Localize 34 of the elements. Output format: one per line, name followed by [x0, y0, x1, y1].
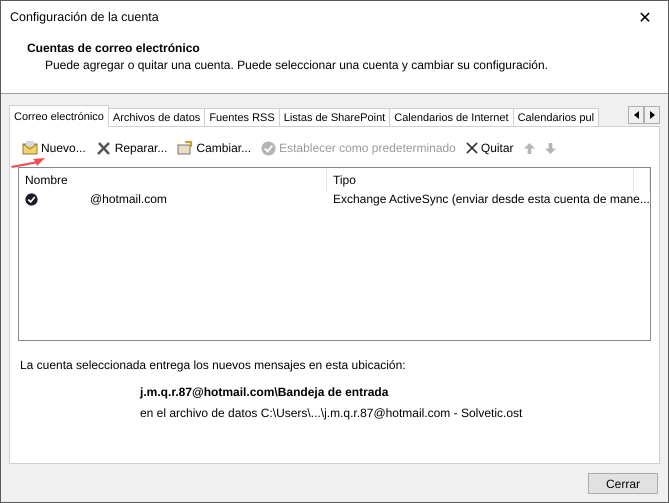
- tab[interactable]: Fuentes RSS: [204, 108, 280, 127]
- close-dialog-button[interactable]: Cerrar: [588, 473, 658, 494]
- column-header[interactable]: Nombre: [19, 168, 327, 192]
- close-button[interactable]: ✕: [622, 2, 668, 32]
- right-triangle-icon: [650, 111, 654, 119]
- table-cell-text: Exchange ActiveSync (enviar desde esta cuenta de mane...: [332, 192, 650, 206]
- pointer-arrow: [11, 158, 45, 168]
- close-icon: [466, 142, 478, 154]
- remove-button[interactable]: Quitar: [466, 141, 514, 155]
- account-row[interactable]: @hotmail.com Exchange ActiveSync (enviar desde esta cuenta de mane...: [19, 190, 650, 208]
- tab[interactable]: Archivos de datos: [108, 108, 206, 127]
- new-button[interactable]: Nuevo...: [22, 141, 86, 155]
- card-icon: [177, 141, 194, 155]
- window-title: Configuración de la cuenta: [10, 10, 159, 24]
- delivery-text: La cuenta seleccionada entrega los nuevos mensajes en esta ubicación:: [20, 358, 407, 372]
- envelope-icon: [22, 141, 38, 155]
- section-description: Puede agregar o quitar una cuenta. Puede seleccionar una cuenta y cambiar su configuración.: [44, 58, 549, 72]
- tab[interactable]: Correo electrónico: [9, 105, 109, 127]
- repair-button[interactable]: Reparar...: [96, 141, 168, 155]
- up-arrow-icon: [524, 142, 535, 154]
- section-title: Cuentas de correo electrónico: [27, 41, 201, 55]
- table-cell: @hotmail.com: [19, 192, 327, 206]
- tab[interactable]: Listas de SharePoint: [278, 108, 390, 127]
- delivery-folder: j.m.q.r.87@hotmail.com\Bandeja de entrada: [140, 385, 390, 399]
- left-triangle-icon: [634, 111, 638, 119]
- change-button[interactable]: Cambiar...: [177, 141, 252, 155]
- data-file-path: en el archivo de datos C:\Users\...\j.m.q.r.87@hotmail.com - Solvetic.ost: [140, 406, 524, 420]
- scroll-right-button[interactable]: [644, 106, 660, 124]
- down-arrow-icon: [544, 142, 556, 154]
- tab[interactable]: Calendarios pul: [512, 108, 600, 127]
- tab[interactable]: Calendarios de Internet: [389, 108, 514, 127]
- column-header[interactable]: Tipo: [327, 168, 634, 192]
- scroll-left-button[interactable]: [628, 106, 644, 124]
- check-circle-icon: [261, 140, 276, 156]
